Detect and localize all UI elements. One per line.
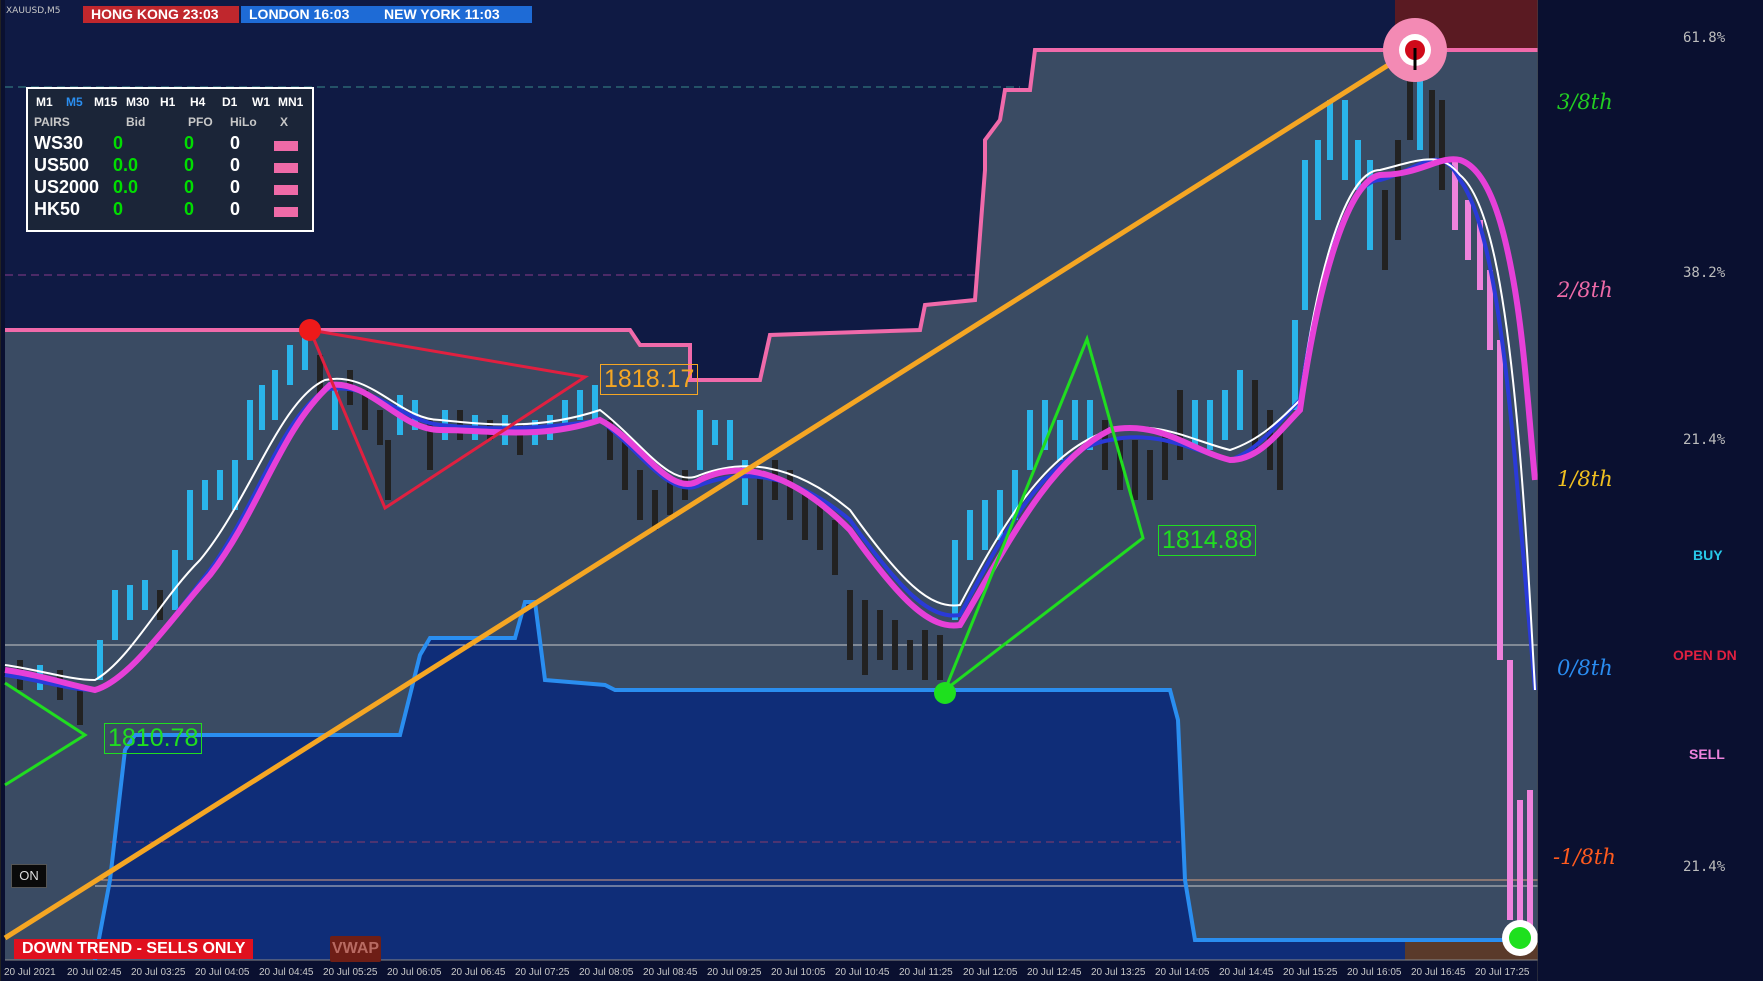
tf-h4[interactable]: H4 <box>190 95 205 109</box>
col-bid: Bid <box>126 115 146 129</box>
murrey-3-8: 3/8th <box>1557 90 1613 114</box>
time-tick: 20 Jul 14:05 <box>1155 967 1210 978</box>
vwap-button[interactable]: VWAP <box>330 936 381 962</box>
row-hilo: 0 <box>230 199 241 219</box>
row-pair: HK50 <box>34 199 81 219</box>
murrey-0-8: 0/8th <box>1557 656 1613 680</box>
time-tick: 20 Jul 12:45 <box>1027 967 1082 978</box>
row-pair: WS30 <box>34 133 84 153</box>
time-tick: 20 Jul 10:45 <box>835 967 890 978</box>
time-tick: 20 Jul 11:25 <box>899 967 953 978</box>
row-x-swatch[interactable] <box>274 207 298 217</box>
row-pfo: 0 <box>184 199 195 219</box>
price-label-1818: 1818.17 <box>600 364 699 395</box>
row-bid: 0 <box>113 133 124 153</box>
time-tick: 20 Jul 08:45 <box>643 967 698 978</box>
symbol-label: XAUUSD,M5 <box>6 6 61 16</box>
clock-london: LONDON 16:03 <box>241 6 377 23</box>
toggle-on-button[interactable]: ON <box>11 864 47 888</box>
trend-banner: DOWN TREND - SELLS ONLY <box>14 939 254 959</box>
tf-w1[interactable]: W1 <box>252 95 270 109</box>
row-hilo: 0 <box>230 155 241 175</box>
row-x-swatch[interactable] <box>274 185 298 195</box>
fib-level-21a: 21.4% <box>1683 432 1726 448</box>
fib-level-61: 61.8% <box>1683 30 1726 46</box>
scanner-panel: M1 M5 M15 M30 H1 H4 D1 W1 MN1 PAIRS Bid … <box>26 87 314 232</box>
time-tick: 20 Jul 14:45 <box>1219 967 1274 978</box>
row-x-swatch[interactable] <box>274 163 298 173</box>
time-tick: 20 Jul 08:05 <box>579 967 634 978</box>
row-bid: 0.0 <box>113 155 139 175</box>
murrey-minus-1-8: -1/8th <box>1553 845 1616 869</box>
signal-open-dn: OPEN DN <box>1673 647 1737 663</box>
murrey-1-8: 1/8th <box>1557 467 1613 491</box>
time-tick: 20 Jul 05:25 <box>323 967 378 978</box>
fib-level-21b: 21.4% <box>1683 859 1726 875</box>
price-label-1810: 1810.78 <box>104 723 203 754</box>
row-hilo: 0 <box>230 177 241 197</box>
time-tick: 20 Jul 06:05 <box>387 967 442 978</box>
tf-h1[interactable]: H1 <box>160 95 175 109</box>
tf-m5[interactable]: M5 <box>66 95 83 109</box>
time-tick: 20 Jul 07:25 <box>515 967 570 978</box>
row-pfo: 0 <box>184 177 195 197</box>
time-tick: 20 Jul 03:25 <box>131 967 186 978</box>
signal-buy: BUY <box>1693 547 1723 563</box>
time-tick: 20 Jul 10:05 <box>771 967 826 978</box>
signal-sell: SELL <box>1689 746 1725 762</box>
row-pfo: 0 <box>184 155 195 175</box>
time-tick: 20 Jul 06:45 <box>451 967 506 978</box>
fib-level-38: 38.2% <box>1683 265 1726 281</box>
row-pair: US500 <box>34 155 90 175</box>
price-label-1814: 1814.88 <box>1158 525 1257 556</box>
clock-new-york: NEW YORK 11:03 <box>376 6 532 23</box>
row-x-swatch[interactable] <box>274 141 298 151</box>
time-tick: 20 Jul 09:25 <box>707 967 762 978</box>
tf-d1[interactable]: D1 <box>222 95 237 109</box>
row-pfo: 0 <box>184 133 195 153</box>
time-tick: 20 Jul 16:45 <box>1411 967 1466 978</box>
tf-m1[interactable]: M1 <box>36 95 53 109</box>
row-pair: US2000 <box>34 177 100 197</box>
time-tick: 20 Jul 13:25 <box>1091 967 1146 978</box>
col-pairs: PAIRS <box>34 115 70 129</box>
murrey-2-8: 2/8th <box>1557 278 1613 302</box>
time-tick: 20 Jul 2021 <box>4 967 56 978</box>
row-hilo: 0 <box>230 133 241 153</box>
time-tick: 20 Jul 04:05 <box>195 967 250 978</box>
tf-m15[interactable]: M15 <box>94 95 117 109</box>
row-bid: 0.0 <box>113 177 139 197</box>
col-pfo: PFO <box>188 115 213 129</box>
trading-terminal: XAUUSD,M5 HONG KONG 23:03 LONDON 16:03 N… <box>0 0 1763 981</box>
time-tick: 20 Jul 02:45 <box>67 967 122 978</box>
time-tick: 20 Jul 12:05 <box>963 967 1018 978</box>
clock-hong-kong: HONG KONG 23:03 <box>83 6 239 23</box>
col-hilo: HiLo <box>230 115 257 129</box>
time-tick: 20 Jul 17:25 <box>1475 967 1530 978</box>
row-bid: 0 <box>113 199 124 219</box>
tf-mn1[interactable]: MN1 <box>278 95 303 109</box>
time-tick: 20 Jul 04:45 <box>259 967 314 978</box>
time-tick: 20 Jul 16:05 <box>1347 967 1402 978</box>
tf-m30[interactable]: M30 <box>126 95 149 109</box>
col-x: X <box>280 115 289 129</box>
time-tick: 20 Jul 15:25 <box>1283 967 1338 978</box>
